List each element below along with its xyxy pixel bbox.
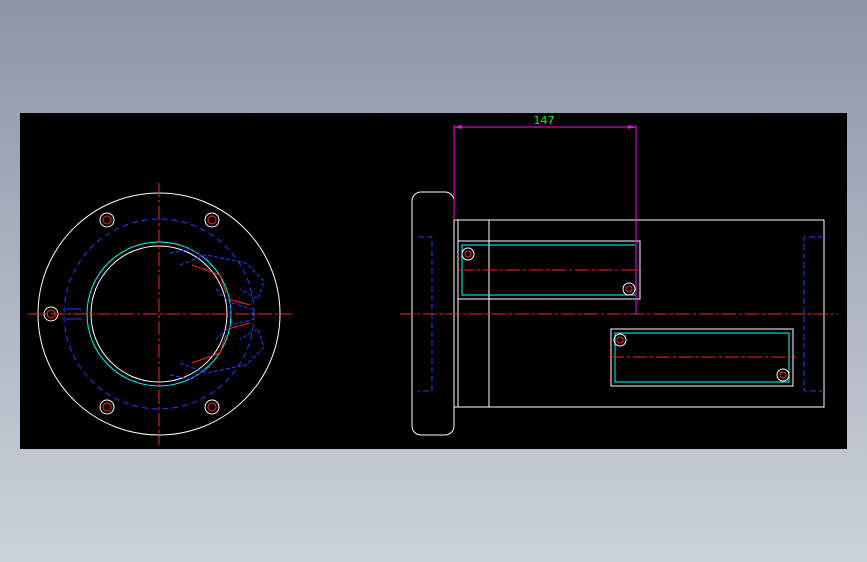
screw-hole xyxy=(461,247,475,261)
screw-hole xyxy=(622,282,636,296)
side-view: 147 xyxy=(400,114,838,436)
screw-hole xyxy=(776,368,790,382)
dimension-arrow-left xyxy=(454,125,462,129)
dimension-147: 147 xyxy=(453,114,637,314)
bolt-hole xyxy=(99,399,115,415)
cad-drawing-viewport[interactable]: 147 xyxy=(20,113,847,449)
lower-cover-plate xyxy=(610,328,796,387)
dimension-text: 147 xyxy=(534,114,555,127)
dimension-arrow-right xyxy=(628,125,636,129)
bolt-hole xyxy=(99,212,115,228)
screw-hole xyxy=(613,333,627,347)
flange-end-view xyxy=(28,183,292,445)
upper-cover-plate xyxy=(457,240,644,300)
bolt-hole xyxy=(204,212,220,228)
bolt-hole xyxy=(204,399,220,415)
flange-centerlines xyxy=(28,183,292,445)
cad-drawing: 147 xyxy=(28,114,838,445)
